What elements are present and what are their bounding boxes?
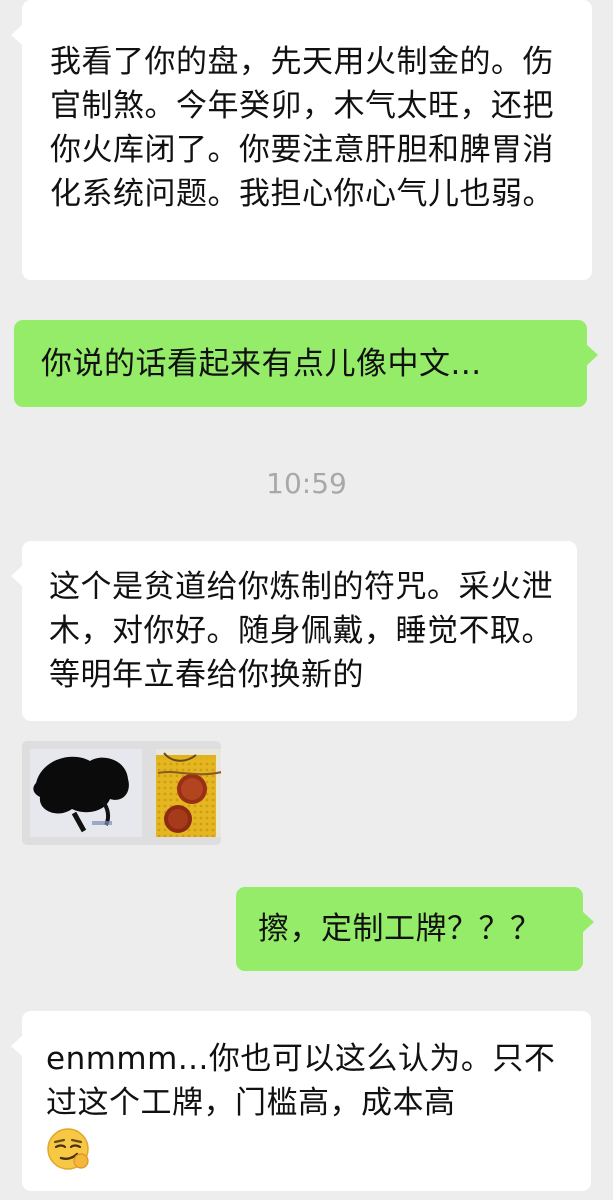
message-text: enmmm...你也可以这么认为。只不过这个工牌，门槛高，成本高	[46, 1041, 556, 1121]
message-text: 你说的话看起来有点儿像中文...	[41, 346, 482, 382]
chat-conversation: 我看了你的盘，先天用火制金的。伤官制煞。今年癸卯，木气太旺，还把你火库闭了。你要…	[0, 0, 613, 1200]
message-bubble-outgoing[interactable]: 你说的话看起来有点儿像中文...	[14, 320, 598, 407]
message-bubble-incoming[interactable]: enmmm...你也可以这么认为。只不过这个工牌，门槛高，成本高	[11, 1011, 591, 1191]
photo-thumbnail-talisman[interactable]	[156, 749, 221, 837]
talisman-photo-image	[156, 749, 221, 837]
message-bubble-incoming[interactable]: 这个是贫道给你炼制的符咒。采火泄木，对你好。随身佩戴，睡觉不取。等明年立春给你换…	[11, 541, 577, 721]
smirking-face-emoji-icon	[46, 1127, 90, 1183]
chat-timestamp: 10:59	[266, 467, 347, 500]
image-message[interactable]	[22, 741, 221, 845]
message-bubble-outgoing[interactable]: 擦，定制工牌？？？	[236, 887, 594, 971]
photo-thumbnail-redacted[interactable]	[30, 749, 142, 837]
message-bubble-incoming[interactable]: 我看了你的盘，先天用火制金的。伤官制煞。今年癸卯，木气太旺，还把你火库闭了。你要…	[11, 0, 592, 280]
message-text: 这个是贫道给你炼制的符咒。采火泄木，对你好。随身佩戴，睡觉不取。等明年立春给你换…	[49, 569, 553, 693]
message-text: 擦，定制工牌？？？	[258, 911, 542, 947]
message-text: 我看了你的盘，先天用火制金的。伤官制煞。今年癸卯，木气太旺，还把你火库闭了。你要…	[50, 44, 554, 212]
redacted-photo-image	[30, 749, 142, 837]
